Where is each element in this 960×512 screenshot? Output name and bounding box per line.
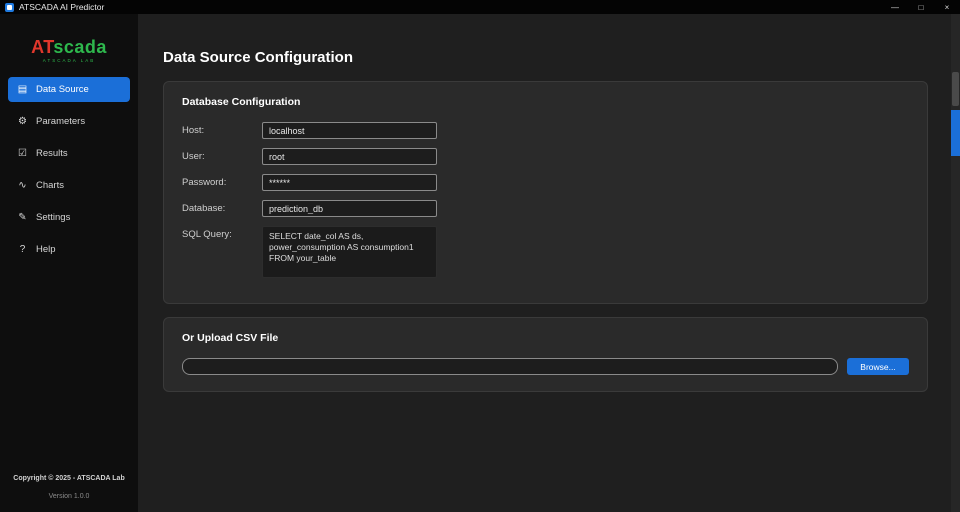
sidebar-item-parameters[interactable]: ⚙ Parameters bbox=[8, 109, 130, 134]
database-card-title: Database Configuration bbox=[182, 96, 909, 108]
sidebar: ATscada ATSCADA LAB ▤ Data Source ⚙ Para… bbox=[0, 14, 138, 512]
version-text: Version 1.0.0 bbox=[0, 493, 138, 500]
window-controls: — □ × bbox=[882, 0, 960, 14]
user-input[interactable] bbox=[262, 148, 437, 165]
password-input[interactable] bbox=[262, 174, 437, 191]
form-field-row: Password: bbox=[182, 174, 909, 191]
atscada-logo: ATscada ATSCADA LAB bbox=[31, 38, 107, 63]
vertical-scrollbar[interactable] bbox=[951, 14, 960, 512]
sidebar-item-results[interactable]: ☑ Results bbox=[8, 141, 130, 166]
host-input[interactable] bbox=[262, 122, 437, 139]
csv-file-input[interactable] bbox=[182, 358, 838, 375]
sidebar-item-label: Data Source bbox=[36, 84, 89, 95]
field-label: Host: bbox=[182, 122, 262, 139]
sidebar-item-help[interactable]: ? Help bbox=[8, 237, 130, 262]
app-body: ATscada ATSCADA LAB ▤ Data Source ⚙ Para… bbox=[0, 14, 960, 512]
sidebar-item-label: Help bbox=[36, 244, 56, 255]
csv-upload-row: Browse... bbox=[182, 358, 909, 375]
sql-query-textarea[interactable] bbox=[262, 226, 437, 278]
chart-icon: ∿ bbox=[17, 180, 28, 191]
database-icon: ▤ bbox=[17, 84, 28, 95]
window-title: ATSCADA AI Predictor bbox=[19, 2, 104, 12]
browse-button[interactable]: Browse... bbox=[847, 358, 909, 375]
database-form: Host: User: Password: Database: SQL Quer… bbox=[182, 122, 909, 278]
logo-tagline: ATSCADA LAB bbox=[31, 58, 107, 63]
gear-icon: ⚙ bbox=[17, 116, 28, 127]
logo-text-at: AT bbox=[31, 37, 53, 57]
sidebar-footer: Copyright © 2025 - ATSCADA Lab Version 1… bbox=[0, 475, 138, 512]
sidebar-item-data-source[interactable]: ▤ Data Source bbox=[8, 77, 130, 102]
main-content: Data Source Configuration Database Confi… bbox=[138, 14, 960, 512]
form-field-row: Host: bbox=[182, 122, 909, 139]
logo-text-scada: scada bbox=[53, 37, 107, 57]
results-icon: ☑ bbox=[17, 148, 28, 159]
sidebar-item-label: Parameters bbox=[36, 116, 85, 127]
titlebar: ATSCADA AI Predictor — □ × bbox=[0, 0, 960, 14]
field-label: Database: bbox=[182, 200, 262, 217]
form-field-row: User: bbox=[182, 148, 909, 165]
field-label: Password: bbox=[182, 174, 262, 191]
minimize-button[interactable]: — bbox=[882, 0, 908, 14]
field-label: SQL Query: bbox=[182, 226, 262, 278]
maximize-button[interactable]: □ bbox=[908, 0, 934, 14]
sidebar-item-label: Results bbox=[36, 148, 68, 159]
form-field-row: SQL Query: bbox=[182, 226, 909, 278]
sidebar-item-charts[interactable]: ∿ Charts bbox=[8, 173, 130, 198]
csv-upload-card: Or Upload CSV File Browse... bbox=[163, 317, 928, 392]
scrollbar-marker[interactable] bbox=[951, 110, 960, 156]
sidebar-nav: ▤ Data Source ⚙ Parameters ☑ Results ∿ C… bbox=[0, 77, 138, 262]
app-icon bbox=[5, 3, 14, 12]
database-input[interactable] bbox=[262, 200, 437, 217]
scrollbar-thumb[interactable] bbox=[952, 72, 959, 106]
sidebar-item-label: Charts bbox=[36, 180, 64, 191]
help-icon: ? bbox=[17, 244, 28, 255]
field-label: User: bbox=[182, 148, 262, 165]
page-title: Data Source Configuration bbox=[163, 49, 928, 66]
sidebar-item-settings[interactable]: ✎ Settings bbox=[8, 205, 130, 230]
csv-card-title: Or Upload CSV File bbox=[182, 332, 909, 344]
wrench-icon: ✎ bbox=[17, 212, 28, 223]
close-button[interactable]: × bbox=[934, 0, 960, 14]
sidebar-item-label: Settings bbox=[36, 212, 70, 223]
copyright-text: Copyright © 2025 - ATSCADA Lab bbox=[0, 475, 138, 482]
form-field-row: Database: bbox=[182, 200, 909, 217]
database-configuration-card: Database Configuration Host: User: Passw… bbox=[163, 81, 928, 304]
